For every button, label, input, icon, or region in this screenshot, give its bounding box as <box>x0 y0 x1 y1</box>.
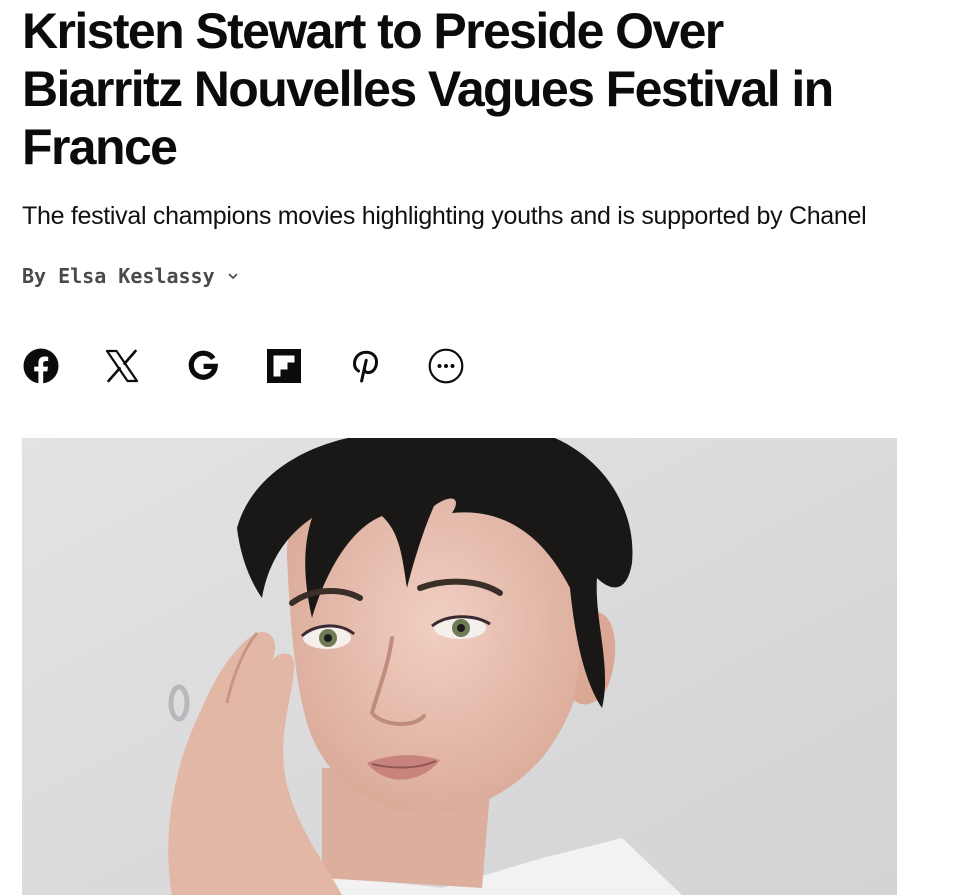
facebook-share-button[interactable] <box>22 347 60 385</box>
article-dek: The festival champions movies highlighti… <box>22 202 867 230</box>
x-icon <box>105 349 139 383</box>
flipboard-share-button[interactable] <box>265 347 303 385</box>
google-share-button[interactable] <box>184 347 222 385</box>
more-share-button[interactable] <box>427 347 465 385</box>
pinterest-icon <box>353 350 378 383</box>
chevron-down-icon[interactable] <box>227 270 239 282</box>
author-name[interactable]: Elsa Keslassy <box>58 264 215 288</box>
page-title: Kristen Stewart to Preside Over Biarritz… <box>22 3 834 175</box>
article-header: Kristen Stewart to Preside Over Biarritz… <box>22 0 897 895</box>
pinterest-share-button[interactable] <box>346 347 384 385</box>
share-bar <box>22 347 508 385</box>
x-share-button[interactable] <box>103 347 141 385</box>
google-icon <box>188 350 219 380</box>
facebook-icon <box>23 348 59 384</box>
byline-prefix: By <box>22 264 47 288</box>
hero-image <box>22 438 897 895</box>
more-icon <box>428 348 464 384</box>
byline[interactable]: By Elsa Keslassy <box>22 262 897 290</box>
portrait-photo <box>22 438 897 895</box>
flipboard-icon <box>267 349 301 383</box>
